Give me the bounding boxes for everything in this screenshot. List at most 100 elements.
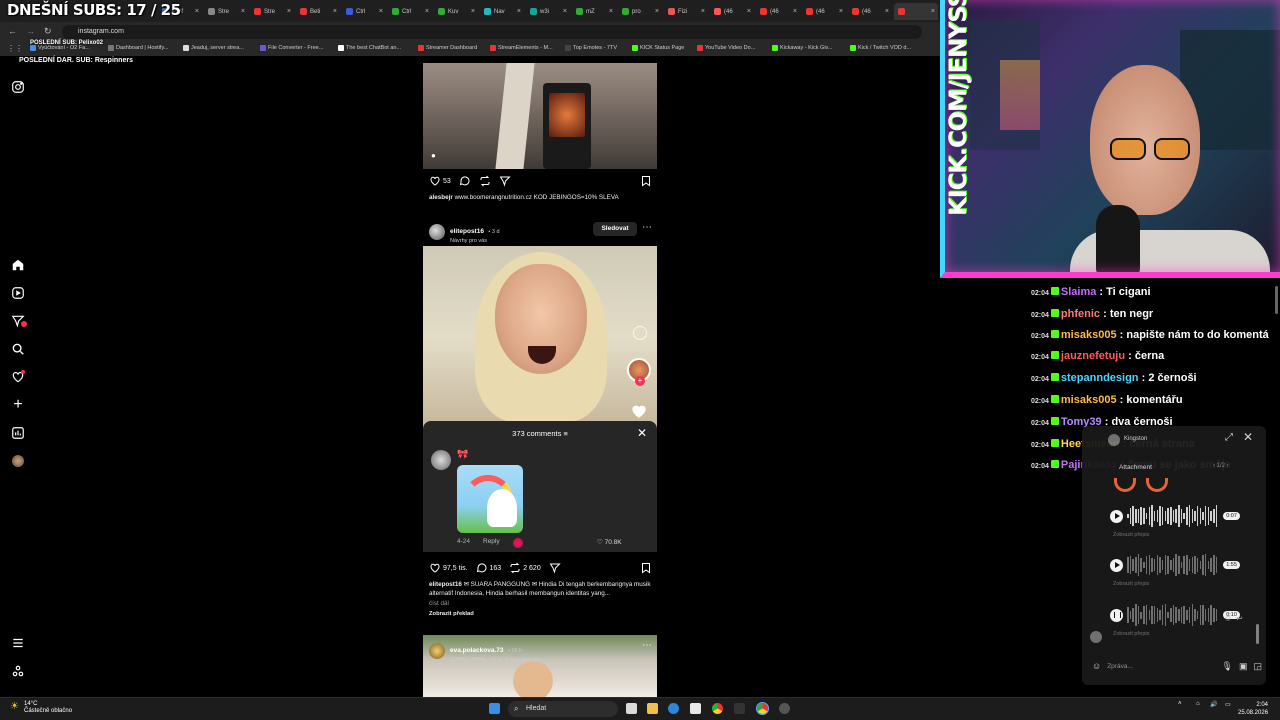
pause-icon[interactable]: [1110, 608, 1123, 622]
share-icon[interactable]: [499, 175, 511, 187]
terminal-icon[interactable]: [734, 703, 745, 714]
weather-widget[interactable]: ☀ 14°C Částečně oblačno: [10, 701, 72, 715]
comment-like-button[interactable]: ♡ 70.8K: [597, 538, 622, 546]
profile-avatar[interactable]: [11, 454, 25, 468]
back-icon[interactable]: ←: [8, 26, 17, 36]
sort-icon[interactable]: ≡: [563, 429, 567, 438]
browser-tab[interactable]: Beti ×: [296, 3, 340, 20]
reply-icon[interactable]: ↩: [1236, 614, 1243, 623]
reels-icon[interactable]: [11, 286, 25, 300]
voice-message-1[interactable]: 0:07: [1110, 504, 1240, 528]
voice-message-2[interactable]: 1:55: [1110, 553, 1240, 577]
dashboard-icon[interactable]: [11, 426, 25, 440]
volume-icon[interactable]: 🔊: [1210, 701, 1217, 708]
post-2-username[interactable]: elitepost16: [450, 228, 484, 235]
tab-close-icon[interactable]: ×: [471, 8, 478, 15]
file-explorer-icon[interactable]: [647, 703, 658, 714]
battery-icon[interactable]: ▭: [1225, 701, 1231, 708]
reload-icon[interactable]: ↻: [44, 26, 52, 37]
dm-contact-name[interactable]: Kingston: [1124, 436, 1147, 442]
url-field[interactable]: instagram.com: [62, 25, 922, 39]
browser-tab[interactable]: Stre ×: [250, 3, 294, 20]
tab-close-icon[interactable]: ×: [793, 8, 800, 15]
comment-icon[interactable]: [459, 175, 471, 187]
comment-reply-button[interactable]: Reply: [483, 538, 500, 545]
tab-close-icon[interactable]: ×: [563, 8, 570, 15]
tab-close-icon[interactable]: ×: [885, 8, 892, 15]
dm-scrollbar[interactable]: [1256, 624, 1259, 644]
browser-tab[interactable]: (46 ×: [756, 3, 800, 20]
browser-tab[interactable]: (46 ×: [802, 3, 846, 20]
start-windows-icon[interactable]: [489, 703, 500, 714]
taskbar-search[interactable]: ⌕ Hledat: [508, 701, 618, 717]
bookmark-item[interactable]: Streamer Dashboard: [418, 45, 477, 51]
post-2-save-icon[interactable]: [640, 562, 652, 574]
instagram-logo-icon[interactable]: [11, 80, 25, 94]
bookmark-item[interactable]: KICK Status Page: [632, 45, 684, 51]
tab-close-icon[interactable]: ×: [287, 8, 294, 15]
chat-username[interactable]: Slaima: [1061, 286, 1096, 298]
tray-chevron-icon[interactable]: ˄: [1178, 701, 1182, 707]
browser-tab[interactable]: w3i ×: [526, 3, 570, 20]
share-icon[interactable]: [549, 562, 561, 574]
bookmark-item[interactable]: File Converter - Free...: [260, 45, 323, 51]
commenter-avatar[interactable]: [431, 450, 451, 470]
show-transcript-link[interactable]: Zobrazit přepis: [1113, 532, 1149, 538]
browser-tab[interactable]: Stre ×: [204, 3, 248, 20]
post-2-like-button[interactable]: 97,5 tis.: [429, 562, 468, 574]
tab-close-icon[interactable]: ×: [333, 8, 340, 15]
expand-icon[interactable]: ⤢: [1225, 432, 1233, 443]
browser-tab[interactable]: Ctrl ×: [388, 3, 432, 20]
browser-tab[interactable]: Ctrl ×: [342, 3, 386, 20]
tab-close-icon[interactable]: ×: [655, 8, 662, 15]
comments-close-icon[interactable]: ✕: [637, 426, 647, 440]
bookmark-item[interactable]: Top Emotes - 7TV: [565, 45, 617, 51]
video-like-icon[interactable]: [629, 402, 649, 420]
chat-username[interactable]: stepanndesign: [1061, 372, 1139, 384]
post-3-avatar[interactable]: [429, 643, 445, 659]
browser-tab[interactable]: Fizi ×: [664, 3, 708, 20]
obs-icon[interactable]: [779, 703, 790, 714]
tab-close-icon[interactable]: ×: [425, 8, 432, 15]
tab-close-icon[interactable]: ×: [609, 8, 616, 15]
store-icon[interactable]: [690, 703, 701, 714]
forward-icon[interactable]: →: [26, 26, 35, 36]
tab-close-icon[interactable]: ×: [517, 8, 524, 15]
browser-tab[interactable]: (46 ×: [848, 3, 892, 20]
browser-tab[interactable]: mZ ×: [572, 3, 616, 20]
bookmark-item[interactable]: Kickaway - Kick Giv...: [772, 45, 832, 51]
post-1-like-button[interactable]: 53: [429, 175, 451, 187]
chat-username[interactable]: misaks005: [1061, 394, 1117, 406]
browser-tab[interactable]: pro ×: [618, 3, 662, 20]
post-1-image[interactable]: ●: [423, 63, 657, 169]
bookmark-item[interactable]: YouTube Video Do...: [697, 45, 755, 51]
show-transcript-link[interactable]: Zobrazit přepis: [1113, 631, 1149, 637]
play-icon[interactable]: [1110, 558, 1123, 572]
react-icon[interactable]: ☺: [1224, 614, 1232, 623]
chrome-active-icon[interactable]: [756, 702, 769, 715]
bookmark-item[interactable]: The best ChatBot an...: [338, 45, 401, 51]
post-2-avatar[interactable]: [429, 224, 445, 240]
post-3-username[interactable]: eva.polackova.73: [450, 647, 503, 654]
tab-close-icon[interactable]: ×: [195, 8, 202, 15]
emoji-icon[interactable]: ☺: [1092, 661, 1101, 671]
dm-close-icon[interactable]: ✕: [1243, 430, 1253, 444]
tab-close-icon[interactable]: ×: [379, 8, 386, 15]
chat-scrollbar[interactable]: [1275, 286, 1278, 314]
also-from-meta-icon[interactable]: [11, 664, 25, 678]
browser-tab[interactable]: ×: [894, 3, 938, 20]
taskbar-clock[interactable]: 2:04 25.08.2026: [1238, 701, 1268, 717]
tab-close-icon[interactable]: ×: [839, 8, 846, 15]
chat-username[interactable]: misaks005: [1061, 329, 1117, 341]
bookmark-item[interactable]: StreamElements - M...: [490, 45, 553, 51]
show-transcript-link[interactable]: Zobrazit přepis: [1113, 581, 1149, 587]
browser-tab[interactable]: Kuv ×: [434, 3, 478, 20]
network-icon[interactable]: ⌂: [1196, 701, 1200, 707]
browser-tab[interactable]: Nav ×: [480, 3, 524, 20]
home-icon[interactable]: [11, 258, 25, 272]
bookmark-item[interactable]: Kick / Twitch VOD d...: [850, 45, 911, 51]
post-3-more-icon[interactable]: ⋯: [642, 640, 652, 651]
edge-icon[interactable]: [668, 703, 679, 714]
dm-contact-avatar[interactable]: [1108, 434, 1120, 446]
tagged-user-icon[interactable]: ●: [431, 151, 436, 160]
